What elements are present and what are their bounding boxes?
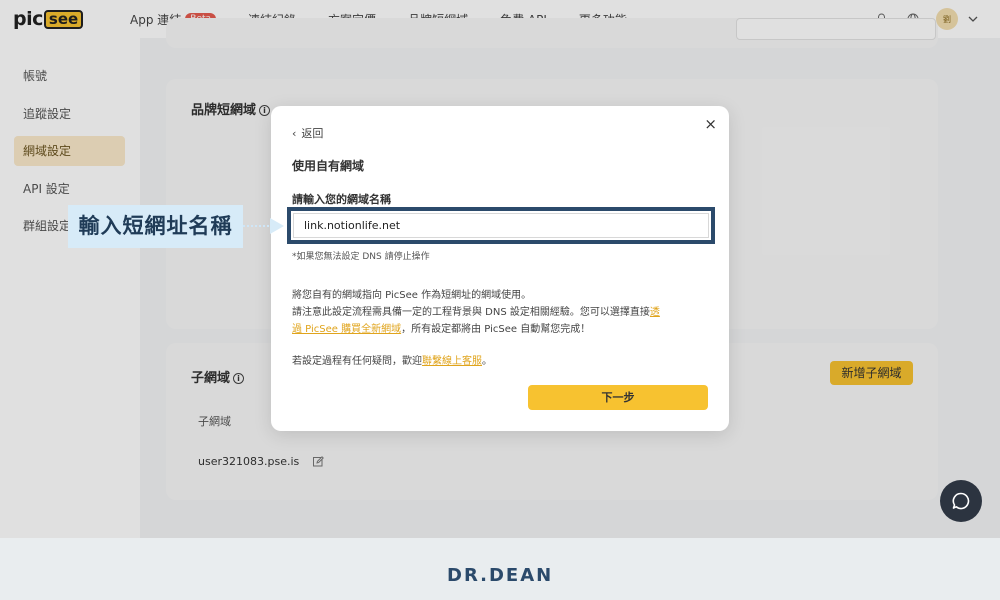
buy-domain-link[interactable]: 過 PicSee 購買全新網域 [292,324,401,335]
buy-domain-link-part1[interactable]: 透 [650,307,660,318]
notice-line-1: 請注意此設定流程需具備一定的工程背景與 DNS 設定相關經驗。您可以選擇直接透 [292,307,660,318]
support-link[interactable]: 聯繫線上客服 [422,356,482,367]
domain-field-label: 請輸入您的網域名稱 [292,193,391,206]
notice-line-2: 過 PicSee 購買全新網域，所有設定都將由 PicSee 自動幫您完成！ [292,324,591,335]
chevron-left-icon: ‹ [292,127,297,140]
custom-domain-modal: × ‹返回 使用自有網域 請輸入您的網域名稱 *如果您無法設定 DNS 請停止操… [271,106,729,431]
annotation-arrow-head [270,218,284,234]
domain-input[interactable] [294,214,708,237]
drdean-logo: DR.DEAN [447,565,554,586]
annotation-callout: 輸入短網址名稱 [68,205,243,248]
close-icon[interactable]: × [704,115,717,133]
app-window: picsee App 連結Beta 連結紀錄 方案定價 品牌短網域 免費 API… [0,0,1000,538]
annotation-arrow-line [243,225,273,227]
next-step-button[interactable]: 下一步 [528,385,708,410]
back-link[interactable]: ‹ 返回 [292,125,323,141]
modal-title: 使用自有網域 [292,159,365,173]
chat-button[interactable] [940,480,982,522]
domain-input-highlight [287,207,715,244]
chat-bubble-icon [952,492,970,510]
intro-text: 將您自有的網域指向 PicSee 作為短網址的網域使用。 [292,290,532,301]
dns-warning-note: *如果您無法設定 DNS 請停止操作 [292,252,430,262]
support-text: 若設定過程有任何疑問，歡迎聯繫線上客服。 [292,356,492,367]
domain-input-box [293,213,709,238]
